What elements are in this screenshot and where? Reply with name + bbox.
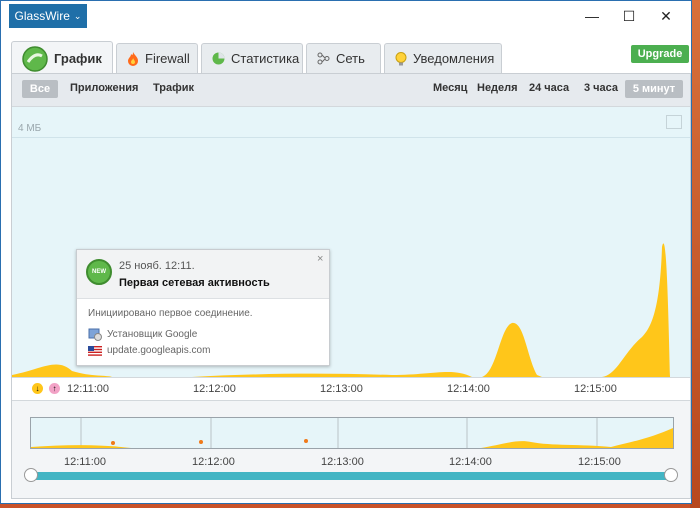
overview-time-label: 12:15:00 — [578, 456, 621, 468]
overview-time-axis: 12:11:00 12:12:00 12:13:00 12:14:00 12:1… — [12, 456, 690, 470]
slider-end-handle[interactable] — [664, 468, 678, 482]
overview-time-label: 12:12:00 — [192, 456, 235, 468]
upgrade-button[interactable]: Upgrade — [631, 45, 689, 63]
tooltip-host: update.googleapis.com — [88, 345, 210, 356]
range-3h-button[interactable]: 3 часа — [584, 82, 618, 94]
overview-area — [31, 418, 673, 448]
range-5min-button[interactable]: 5 минут — [625, 80, 683, 98]
app-title: GlassWire — [14, 9, 70, 23]
glasswire-window: GlassWire ⌄ — ☐ ✕ График Firewall Статис… — [0, 0, 692, 504]
app-menu-button[interactable]: GlassWire ⌄ — [9, 4, 87, 28]
tooltip-date: 25 нояб. 12:11. — [119, 260, 195, 272]
time-label: 12:12:00 — [193, 383, 236, 395]
tab-statistics[interactable]: Статистика — [201, 43, 303, 73]
overview-time-label: 12:13:00 — [321, 456, 364, 468]
chevron-down-icon: ⌄ — [73, 10, 82, 21]
us-flag-icon — [88, 345, 102, 356]
range-week-button[interactable]: Неделя — [477, 82, 518, 94]
tab-graph[interactable]: График — [11, 41, 113, 75]
range-month-button[interactable]: Месяц — [433, 82, 467, 94]
installer-icon — [88, 328, 102, 341]
tab-network[interactable]: Сеть — [306, 43, 381, 73]
time-label: 12:11:00 — [67, 383, 110, 395]
upload-indicator-icon: ↑ — [49, 383, 60, 394]
time-label: 12:14:00 — [447, 383, 490, 395]
network-icon — [317, 52, 330, 65]
close-button[interactable]: ✕ — [649, 5, 683, 27]
tooltip-app: Установщик Google — [88, 327, 197, 341]
tooltip-header: NEW 25 нояб. 12:11. Первая сетевая актив… — [77, 250, 329, 299]
timeline-overview[interactable] — [30, 417, 674, 449]
pie-icon — [212, 52, 225, 65]
new-badge-icon: NEW — [86, 259, 112, 285]
tab-notifications[interactable]: Уведомления — [384, 43, 502, 73]
download-indicator-icon: ↓ — [32, 383, 43, 394]
tooltip-description: Инициировано первое соединение. — [88, 308, 253, 319]
filter-all-button[interactable]: Все — [22, 80, 58, 98]
slider-start-handle[interactable] — [24, 468, 38, 482]
filter-traffic-button[interactable]: Трафик — [153, 82, 194, 94]
filter-bar: Все Приложения Трафик Месяц Неделя 24 ча… — [12, 74, 690, 107]
time-label: 12:13:00 — [320, 383, 363, 395]
overview-time-label: 12:11:00 — [64, 456, 107, 468]
bulb-icon — [395, 51, 407, 65]
event-tooltip: NEW 25 нояб. 12:11. Первая сетевая актив… — [76, 249, 330, 366]
tooltip-title: Первая сетевая активность — [119, 277, 270, 289]
title-bar: GlassWire ⌄ — ☐ ✕ — [1, 1, 691, 33]
time-label: 12:15:00 — [574, 383, 617, 395]
glasswire-graph-icon — [22, 45, 48, 72]
timeline-range-slider[interactable] — [26, 472, 676, 480]
fire-icon — [128, 51, 138, 66]
tooltip-close-button[interactable]: × — [317, 253, 323, 265]
overview-time-label: 12:14:00 — [449, 456, 492, 468]
time-axis: ↓ ↑ 12:11:00 12:12:00 12:13:00 12:14:00 … — [12, 377, 690, 401]
maximize-button[interactable]: ☐ — [612, 5, 646, 27]
filter-apps-button[interactable]: Приложения — [70, 82, 138, 94]
minimize-button[interactable]: — — [575, 5, 609, 27]
tab-firewall[interactable]: Firewall — [116, 43, 198, 73]
range-24h-button[interactable]: 24 часа — [529, 82, 569, 94]
